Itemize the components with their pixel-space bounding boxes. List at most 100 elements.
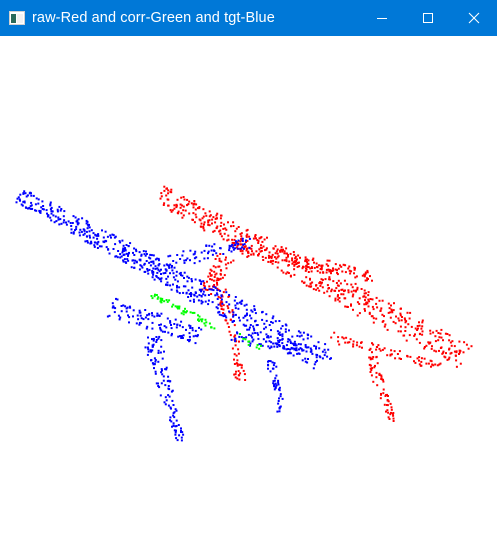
cloud-point	[215, 272, 218, 275]
cloud-point	[463, 341, 466, 344]
cloud-point	[169, 209, 172, 212]
cloud-point	[215, 226, 218, 229]
cloud-point	[144, 309, 147, 311]
cloud-point	[387, 411, 390, 414]
cloud-point	[156, 267, 159, 270]
cloud-point	[211, 218, 214, 221]
cloud-point	[370, 315, 373, 318]
cloud-point	[381, 299, 384, 302]
cloud-point	[296, 262, 299, 264]
maximize-icon	[423, 13, 433, 23]
cloud-point	[67, 220, 70, 223]
cloud-point	[171, 269, 174, 272]
cloud-point	[172, 260, 175, 262]
cloud-point	[147, 318, 150, 321]
cloud-point	[237, 307, 240, 310]
cloud-point	[96, 237, 99, 240]
cloud-point	[165, 269, 168, 272]
cloud-point	[273, 256, 276, 259]
cloud-point	[167, 387, 170, 390]
cloud-point	[127, 245, 130, 248]
cloud-point	[396, 353, 399, 355]
cloud-point	[310, 270, 313, 273]
cloud-point	[293, 253, 296, 256]
cloud-point	[275, 250, 278, 253]
cloud-point	[313, 266, 316, 269]
cloud-point	[227, 238, 230, 241]
cloud-point	[29, 207, 32, 210]
cloud-point	[193, 300, 195, 303]
cloud-point	[124, 261, 127, 264]
cloud-point	[444, 356, 447, 359]
cloud-point	[324, 278, 327, 281]
cloud-point	[63, 219, 66, 222]
cloud-point	[222, 291, 225, 294]
cloud-point	[35, 209, 38, 212]
cloud-point	[193, 311, 196, 314]
cloud-point	[175, 270, 178, 273]
cloud-point	[272, 380, 275, 383]
cloud-point	[170, 288, 173, 291]
title-bar[interactable]: raw-Red and corr-Green and tgt-Blue	[0, 0, 497, 36]
cloud-point	[227, 262, 230, 265]
cloud-point	[350, 290, 353, 293]
cloud-point	[277, 261, 280, 264]
cloud-point	[90, 242, 93, 245]
cloud-point	[442, 350, 445, 353]
cloud-point	[281, 338, 284, 340]
close-button[interactable]	[451, 0, 497, 36]
cloud-point	[230, 225, 232, 228]
cloud-point	[225, 256, 227, 259]
cloud-point	[390, 304, 392, 307]
cloud-point	[392, 309, 395, 312]
cloud-point	[271, 253, 274, 256]
cloud-point	[191, 329, 194, 332]
cloud-point	[221, 276, 224, 279]
cloud-point	[225, 291, 228, 294]
cloud-point	[285, 247, 288, 250]
cloud-point	[152, 273, 155, 276]
cloud-point	[278, 407, 281, 410]
cloud-point	[210, 249, 213, 252]
render-canvas[interactable]	[0, 36, 497, 536]
cloud-point	[261, 255, 264, 258]
cloud-point	[180, 312, 183, 315]
cloud-point	[191, 280, 193, 283]
cloud-point	[257, 254, 260, 257]
minimize-button[interactable]	[359, 0, 405, 36]
cloud-point	[388, 307, 391, 310]
cloud-point	[356, 314, 359, 317]
cloud-point	[263, 327, 266, 330]
cloud-point	[230, 250, 233, 253]
cloud-point	[83, 229, 86, 232]
cloud-point	[272, 247, 275, 250]
cloud-point	[372, 380, 375, 383]
cloud-point	[339, 264, 341, 267]
cloud-point	[296, 352, 299, 355]
cloud-point	[132, 251, 134, 254]
cloud-point	[174, 278, 177, 281]
cloud-point	[199, 225, 202, 228]
cloud-point	[300, 334, 303, 337]
cloud-point	[453, 345, 456, 348]
cloud-point	[281, 333, 284, 336]
cloud-point	[406, 311, 409, 314]
cloud-point	[233, 373, 236, 376]
cloud-point	[160, 273, 162, 275]
cloud-point	[245, 239, 247, 242]
cloud-point	[363, 289, 366, 292]
cloud-point	[236, 359, 239, 362]
cloud-point	[180, 436, 183, 439]
cloud-point	[187, 289, 190, 292]
cloud-point	[382, 378, 384, 381]
cloud-point	[268, 255, 271, 258]
cloud-point	[116, 298, 119, 301]
maximize-button[interactable]	[405, 0, 451, 36]
cloud-point	[50, 212, 53, 215]
cloud-point	[289, 252, 292, 255]
cloud-point	[248, 246, 251, 249]
cloud-point	[344, 271, 347, 274]
cloud-point	[342, 263, 345, 266]
cloud-point	[251, 332, 254, 335]
cloud-point	[232, 259, 235, 262]
